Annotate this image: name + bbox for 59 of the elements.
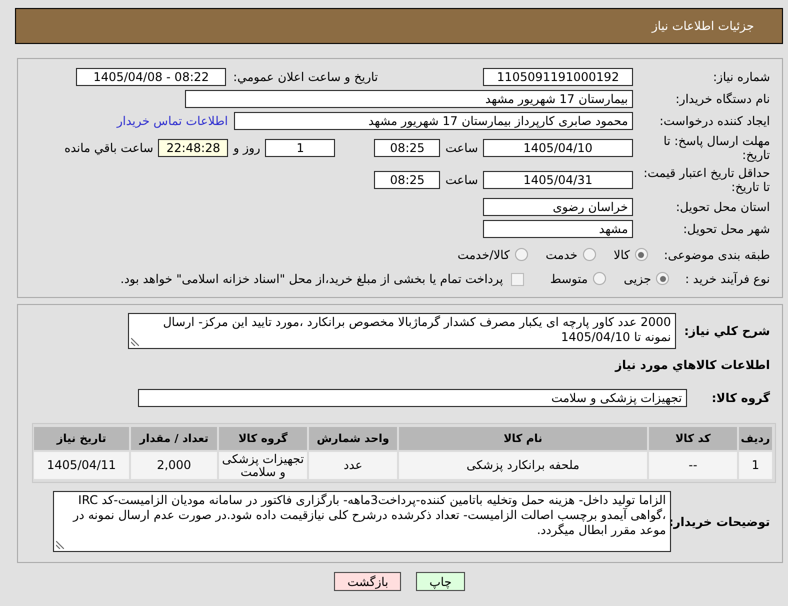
table-cell: -- (649, 452, 737, 480)
page-title: جزئیات اطلاعات نیاز (652, 18, 754, 34)
description-label: شرح کلي نیاز: (683, 324, 771, 338)
table-cell: عدد (309, 452, 397, 480)
column-header: کد کالا (649, 427, 737, 450)
buyer-contact-link[interactable]: اطلاعات تماس خریدار (116, 114, 228, 128)
requester-label: ایجاد کننده درخواست: (658, 114, 771, 128)
back-button[interactable]: بازگشت (334, 572, 402, 592)
resize-grip-icon[interactable] (131, 338, 139, 346)
deadline-time-field[interactable]: 08:25 (374, 139, 440, 157)
column-header: ردیف (739, 427, 772, 450)
column-header: گروه کالا (219, 427, 307, 450)
table-cell: 1 (739, 452, 772, 480)
need-number-field[interactable]: 1105091191000192 (483, 68, 633, 86)
description-field[interactable]: 2000 عدد کاور پارچه ای یکبار مصرف کشدار گرماژبالا مخصوص برانکارد ،مورد تایید این مرکز- ارسال نمونه تا 1405/04/10 (128, 313, 676, 349)
purchase-process-label: نوع فرآیند خرید : (685, 272, 771, 286)
buyer-organization-field[interactable]: بیمارستان 17 شهریور مشهد (185, 90, 633, 108)
buyer-organization-label: نام دستگاه خریدار: (674, 92, 771, 106)
remaining-time-label: ساعت باقي مانده (64, 140, 154, 156)
option-label: جزیی (624, 272, 652, 286)
option-label: کالا (614, 248, 630, 262)
delivery-city-label: شهر محل تحویل: (682, 222, 771, 236)
announcement-date-field[interactable]: 1405/04/08 - 08:22 (76, 68, 226, 86)
goods-group-label: گروه کالا: (710, 391, 771, 406)
option-label: خدمت (546, 248, 578, 262)
response-deadline-label: مهلت ارسال پاسخ: تا تاریخ: (662, 134, 771, 162)
column-header: واحد شمارش (309, 427, 397, 450)
option-label: متوسط (550, 272, 588, 286)
column-header: نام کالا (399, 427, 647, 450)
resize-grip-icon[interactable] (56, 541, 64, 550)
column-header: تاریخ نیاز (34, 427, 129, 450)
buyer-notes-label: توضیحات خریدار: (671, 514, 771, 530)
table-cell: تجهیزات پزشکی و سلامت (219, 452, 307, 480)
table-cell: 1405/04/11 (34, 452, 129, 480)
remaining-days-field[interactable]: 1 (265, 139, 336, 157)
print-button[interactable]: چاپ (416, 572, 465, 592)
deadline-date-field[interactable]: 1405/04/10 (483, 139, 633, 157)
buyer-notes-field[interactable]: الزاما تولید داخل- هزینه حمل وتخلیه باتامین کننده-پرداخت3ماهه- بارگزاری فاکتور در سامانه مودیان الزامیست-کد IRC ،گواهی آیمدو برچسب اصالت الزامیست- تعداد ذکرشده درشرح کلی نیازقیمت داده شود.در صورت عدم ارسال نمونه در موعد مقرر ابطال میگردد. (53, 491, 671, 552)
time-label: ساعت (445, 172, 478, 188)
remaining-time-field[interactable]: 22:48:28 (158, 139, 228, 157)
price-validity-label: حداقل تاریخ اعتبار قیمت: تا تاریخ: (642, 166, 771, 194)
days-label: روز و (233, 140, 260, 156)
treasury-payment-label: پرداخت تمام یا بخشی از مبلغ خرید،از محل "اسناد خزانه اسلامی" خواهد بود. (120, 272, 504, 286)
subject-category-label: طبقه بندی موضوعی: (664, 248, 771, 262)
table-cell: ملحفه برانکارد پزشکی (399, 452, 647, 480)
time-label: ساعت (445, 140, 478, 156)
delivery-city-field[interactable]: مشهد (483, 220, 633, 238)
delivery-province-field[interactable]: خراسان رضوی (483, 198, 633, 216)
option-label: کالا/خدمت (457, 248, 510, 262)
requester-field[interactable]: محمود صابری کارپرداز بیمارستان 17 شهریور مشهد (234, 112, 633, 130)
goods-section-title: اطلاعات کالاهاي مورد نیاز (614, 358, 771, 372)
validity-time-field[interactable]: 08:25 (374, 171, 440, 189)
delivery-province-label: استان محل تحویل: (674, 200, 771, 214)
column-header: تعداد / مقدار (131, 427, 217, 450)
table-cell: 2,000 (131, 452, 217, 480)
announcement-date-label: تاريخ و ساعت اعلان عمومي: (232, 70, 378, 84)
validity-date-field[interactable]: 1405/04/31 (483, 171, 633, 189)
goods-group-field[interactable]: تجهیزات پزشکی و سلامت (138, 389, 687, 408)
need-number-label: شماره نیاز: (712, 70, 771, 84)
